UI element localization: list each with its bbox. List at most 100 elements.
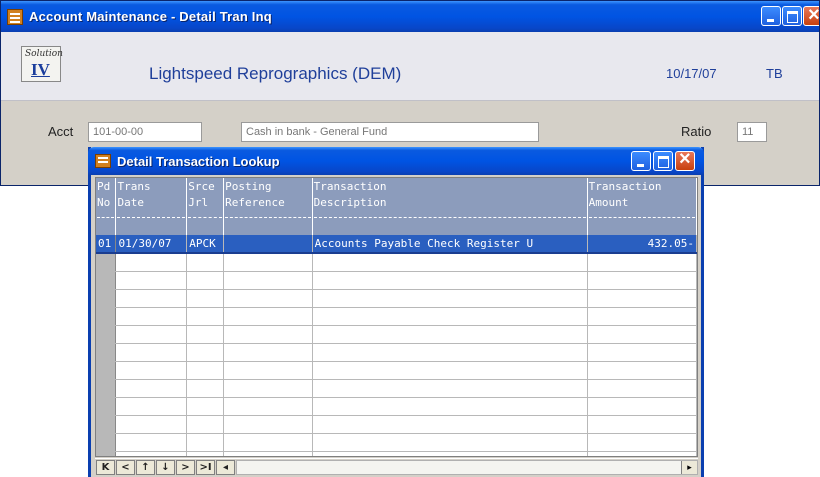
empty-cell	[186, 325, 225, 344]
empty-cell	[223, 289, 313, 308]
dialog-minimize-button[interactable]	[631, 151, 651, 171]
solution-iv-logo: Solution IV	[21, 46, 63, 82]
scroll-right-button[interactable]: ▸	[681, 461, 697, 474]
dialog-titlebar[interactable]: Detail Transaction Lookup	[88, 147, 704, 175]
empty-cell	[587, 433, 697, 452]
empty-cell	[186, 343, 225, 362]
table-row-empty[interactable]	[96, 361, 697, 380]
cell-desc: Accounts Payable Check Register U	[312, 235, 588, 254]
column-header-line1: Srce	[188, 180, 215, 193]
column-header-divider	[117, 217, 186, 230]
previous-record-button[interactable]: <	[116, 460, 135, 475]
first-record-button[interactable]: K	[96, 460, 115, 475]
empty-cell	[312, 253, 588, 272]
empty-cell	[96, 289, 117, 308]
page-up-button[interactable]: ↑	[136, 460, 155, 475]
table-row-empty[interactable]	[96, 253, 697, 272]
empty-cell	[223, 325, 313, 344]
empty-cell	[96, 433, 117, 452]
column-header-divider	[313, 217, 586, 230]
empty-cell	[186, 271, 225, 290]
table-row-empty[interactable]	[96, 271, 697, 290]
column-header[interactable]: Posting Reference	[223, 178, 313, 235]
empty-cell	[223, 397, 313, 416]
empty-cell	[587, 307, 697, 326]
transaction-grid[interactable]: Pd No Trans Date Srce Jrl Posting Reference Tran…	[95, 177, 698, 457]
empty-cell	[96, 415, 117, 434]
acct-label: Acct	[48, 124, 74, 139]
table-row-empty[interactable]	[96, 379, 697, 398]
empty-cell	[587, 379, 697, 398]
empty-cell	[312, 271, 588, 290]
dialog-icon	[95, 154, 111, 168]
table-row[interactable]: 01 01/30/07 APCK Accounts Payable Check Reg…	[96, 235, 697, 254]
column-header[interactable]: Transaction Description	[312, 178, 588, 235]
header-date: 10/17/07	[666, 66, 717, 81]
ratio-input[interactable]: 11	[737, 122, 767, 142]
table-row-empty[interactable]	[96, 307, 697, 326]
ratio-label: Ratio	[681, 124, 712, 139]
empty-cell	[115, 307, 188, 326]
column-header[interactable]: Pd No	[96, 178, 117, 235]
column-header-line1: Trans	[117, 180, 151, 193]
main-titlebar[interactable]: Account Maintenance - Detail Tran Inq	[1, 1, 819, 32]
empty-cell	[186, 253, 225, 272]
empty-cell	[223, 379, 313, 398]
column-header[interactable]: Transaction Amount	[587, 178, 697, 235]
column-header[interactable]: Srce Jrl	[186, 178, 225, 235]
empty-cell	[312, 307, 588, 326]
table-row-empty[interactable]	[96, 433, 697, 452]
empty-cell	[223, 307, 313, 326]
last-record-button[interactable]: >I	[196, 460, 215, 475]
empty-cell	[312, 433, 588, 452]
horizontal-scrollbar[interactable]: ▸	[236, 460, 698, 475]
empty-cell	[223, 253, 313, 272]
column-header-divider	[188, 217, 223, 230]
empty-cell	[587, 253, 697, 272]
empty-cell	[96, 379, 117, 398]
empty-cell	[96, 271, 117, 290]
empty-cell	[587, 397, 697, 416]
next-record-button[interactable]: >	[176, 460, 195, 475]
maximize-button[interactable]	[782, 6, 802, 26]
empty-cell	[223, 451, 313, 456]
empty-cell	[312, 397, 588, 416]
empty-cell	[96, 253, 117, 272]
grid-header-row: Pd No Trans Date Srce Jrl Posting Reference Tran…	[96, 178, 697, 235]
empty-cell	[587, 325, 697, 344]
table-row-empty[interactable]	[96, 451, 697, 456]
dialog-maximize-button[interactable]	[653, 151, 673, 171]
table-row-empty[interactable]	[96, 415, 697, 434]
table-row-empty[interactable]	[96, 343, 697, 362]
cell-date: 01/30/07	[115, 235, 188, 254]
empty-cell	[115, 343, 188, 362]
app-icon	[7, 8, 23, 25]
empty-cell	[186, 433, 225, 452]
empty-cell	[186, 451, 225, 456]
table-row-empty[interactable]	[96, 289, 697, 308]
empty-cell	[115, 379, 188, 398]
header-user: TB	[766, 66, 783, 81]
close-button[interactable]	[803, 4, 819, 27]
table-row-empty[interactable]	[96, 325, 697, 344]
navigation-bar: K < ↑ ↓ > >I ◂ ▸	[95, 458, 698, 476]
column-header-divider	[225, 217, 311, 230]
acct-input[interactable]: 101-00-00	[88, 122, 202, 142]
empty-cell	[312, 289, 588, 308]
cell-srce: APCK	[186, 235, 225, 254]
empty-cell	[96, 451, 117, 456]
page-down-button[interactable]: ↓	[156, 460, 175, 475]
acct-description-field[interactable]: Cash in bank - General Fund	[241, 122, 539, 142]
dialog-close-button[interactable]	[675, 148, 695, 171]
empty-cell	[96, 361, 117, 380]
empty-cell	[115, 361, 188, 380]
column-header[interactable]: Trans Date	[115, 178, 188, 235]
minimize-button[interactable]	[761, 6, 781, 26]
column-header-line1: Transaction	[588, 180, 662, 193]
table-row-empty[interactable]	[96, 397, 697, 416]
scroll-left-button[interactable]: ◂	[216, 460, 235, 475]
column-header-divider	[588, 217, 695, 230]
empty-cell	[312, 451, 588, 456]
empty-cell	[115, 253, 188, 272]
empty-cell	[186, 415, 225, 434]
